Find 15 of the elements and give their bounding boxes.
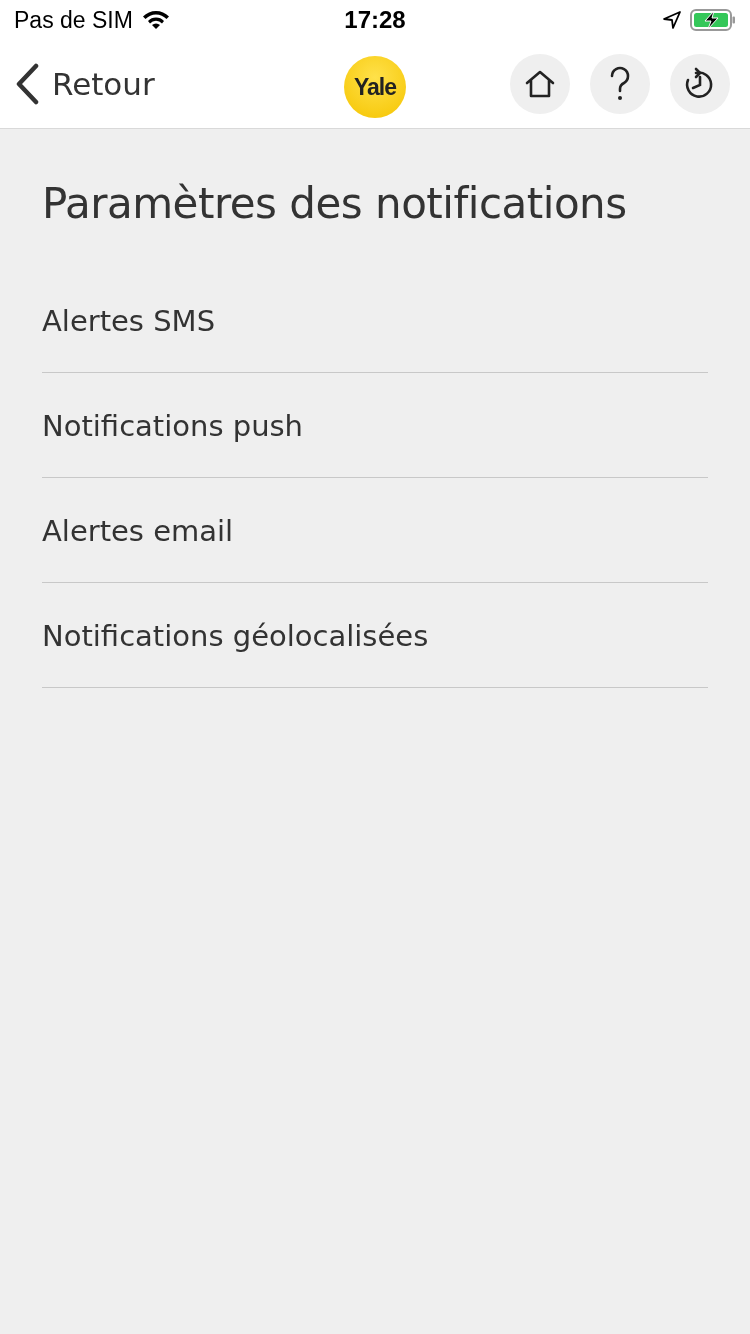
page-title: Paramètres des notifications xyxy=(42,179,628,228)
back-button[interactable]: Retour xyxy=(14,63,155,105)
settings-row[interactable]: Notifications push xyxy=(42,373,708,478)
settings-row[interactable]: Notifications géolocalisées xyxy=(42,583,708,688)
home-icon xyxy=(524,69,556,99)
clock-text: 17:28 xyxy=(344,6,406,34)
carrier-text: Pas de SIM xyxy=(14,6,133,34)
wifi-icon xyxy=(140,9,171,31)
logo: Yale xyxy=(344,56,406,118)
help-icon xyxy=(608,66,632,102)
battery-icon xyxy=(690,8,736,32)
location-icon xyxy=(662,10,682,30)
settings-row[interactable]: Alertes SMS xyxy=(42,268,708,373)
chevron-left-icon xyxy=(14,63,40,105)
settings-row[interactable]: Alertes email xyxy=(42,478,708,583)
